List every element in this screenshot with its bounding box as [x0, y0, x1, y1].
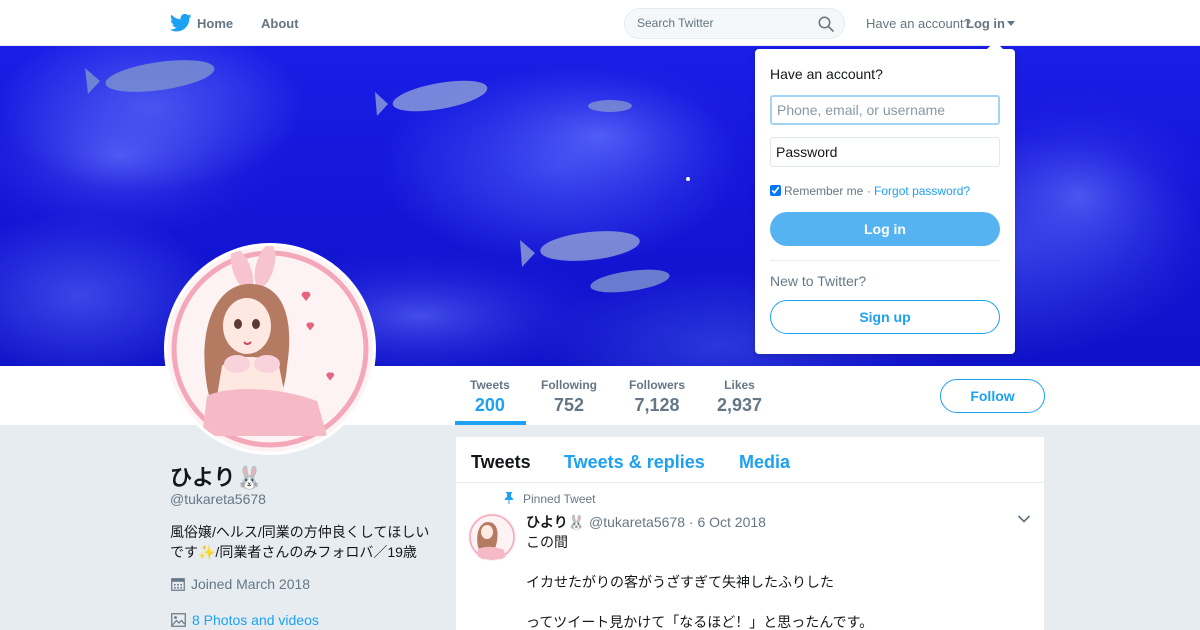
stat-label: Tweets: [470, 378, 510, 392]
profile-joined: Joined March 2018: [171, 576, 310, 592]
tweet-line: イカせたがりの客がうざすぎて失神したふりした: [526, 574, 834, 590]
stat-label: Following: [541, 378, 597, 392]
tab-tweets-replies[interactable]: Tweets & replies: [564, 452, 705, 473]
stat-value: 2,937: [717, 395, 763, 415]
calendar-icon: [171, 578, 185, 591]
tweet-header: ひより🐰 @tukareta5678 · 6 Oct 2018: [526, 512, 766, 532]
tweet-author-handle[interactable]: @tukareta5678: [589, 514, 685, 530]
tab-media[interactable]: Media: [739, 452, 790, 473]
search-box[interactable]: [624, 8, 845, 39]
nav-about-link[interactable]: About: [261, 16, 299, 31]
tweet-date[interactable]: · 6 Oct 2018: [689, 514, 766, 530]
search-icon[interactable]: [818, 16, 834, 32]
avatar-illustration: [167, 246, 373, 452]
search-input[interactable]: [637, 16, 807, 30]
password-field[interactable]: [770, 137, 1000, 167]
chevron-down-icon[interactable]: [1017, 514, 1031, 524]
tweet-text: この間 イカせたがりの客がうざすぎて失神したふりした ってツイート見かけて「なる…: [526, 532, 1026, 630]
photos-videos-link[interactable]: 8 Photos and videos: [171, 612, 319, 628]
pin-icon: [504, 492, 514, 504]
tweet-author-name[interactable]: ひより🐰: [526, 514, 585, 530]
twitter-bird-icon[interactable]: [170, 13, 192, 33]
stat-label: Likes: [724, 378, 755, 392]
login-dropdown-title: Have an account?: [770, 66, 883, 82]
pinned-label-row: Pinned Tweet: [504, 492, 596, 506]
timeline-tabs: Tweets Tweets & replies Media: [456, 437, 1044, 483]
divider: [770, 260, 1000, 261]
login-button[interactable]: Log in: [770, 212, 1000, 246]
follow-button[interactable]: Follow: [940, 379, 1045, 413]
login-dropdown: Have an account? Remember me · Forgot pa…: [755, 41, 1015, 354]
photo-icon: [171, 613, 186, 627]
tab-tweets[interactable]: Tweets: [471, 452, 531, 473]
stat-value: 200: [474, 395, 505, 415]
timeline: Tweets Tweets & replies Media Pinned Twe…: [456, 437, 1044, 630]
login-dropdown-toggle[interactable]: Log in: [966, 16, 1005, 31]
signup-button[interactable]: Sign up: [770, 300, 1000, 334]
stat-tweets[interactable]: Tweets 200: [470, 378, 510, 416]
tweet-avatar-illustration: [468, 513, 516, 561]
nav-home-link[interactable]: Home: [197, 16, 233, 31]
profile-bio: 風俗嬢/ヘルス/同業の方仲良くしてほしいです✨/同業者さんのみフォロバ／19歳: [170, 524, 430, 560]
stat-followers[interactable]: Followers 7,128: [629, 378, 685, 416]
have-account-label: Have an account?: [866, 16, 971, 31]
stat-likes[interactable]: Likes 2,937: [717, 378, 762, 416]
profile-name[interactable]: ひより🐰: [170, 460, 263, 492]
joined-text: Joined March 2018: [191, 576, 311, 592]
tweet-avatar[interactable]: [468, 513, 516, 561]
stat-value: 7,128: [634, 395, 680, 415]
stat-following[interactable]: Following 752: [541, 378, 597, 416]
remember-separator: ·: [866, 184, 871, 198]
tweet-line: ってツイート見かけて「なるほど！」と思ったんです。: [526, 614, 874, 630]
remember-me-checkbox[interactable]: [770, 185, 781, 196]
tweet-line: この間: [526, 534, 568, 550]
forgot-password-link[interactable]: Forgot password?: [874, 184, 970, 198]
top-nav: Home About Have an account? Log in: [0, 0, 1200, 46]
remember-row: Remember me · Forgot password?: [770, 184, 970, 198]
new-to-twitter-label: New to Twitter?: [770, 273, 867, 289]
username-field[interactable]: [770, 95, 1000, 125]
stat-value: 752: [553, 395, 585, 415]
caret-down-icon[interactable]: [1007, 21, 1015, 26]
pinned-label: Pinned Tweet: [523, 492, 596, 506]
profile-avatar[interactable]: [164, 243, 376, 455]
stat-label: Followers: [629, 378, 686, 392]
active-stat-underline: [455, 421, 526, 425]
profile-handle[interactable]: @tukareta5678: [170, 491, 266, 507]
photos-videos-label[interactable]: 8 Photos and videos: [192, 612, 319, 628]
remember-me-label[interactable]: Remember me: [784, 184, 863, 198]
